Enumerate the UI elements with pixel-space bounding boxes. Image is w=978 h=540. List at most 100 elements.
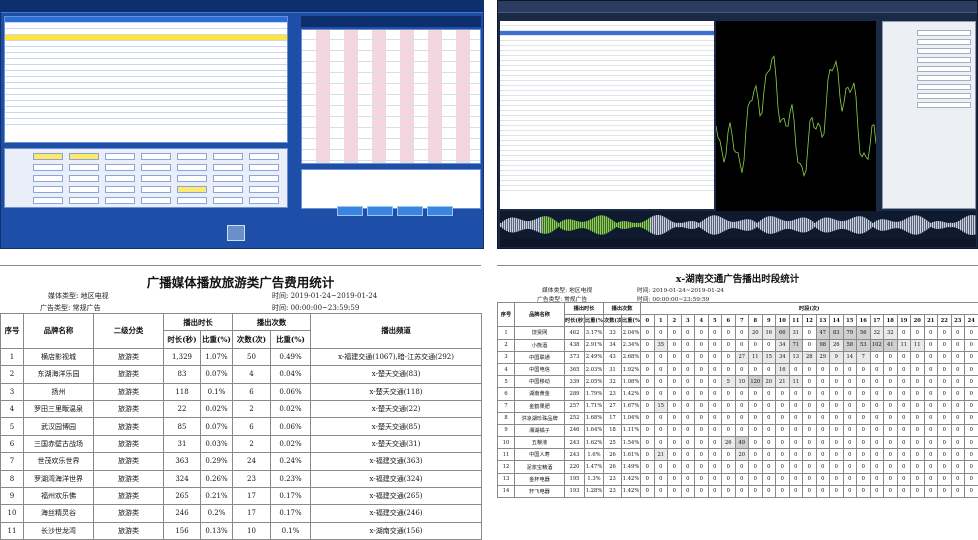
col-hour: 7 — [735, 315, 749, 327]
filter-chip[interactable] — [33, 153, 63, 160]
spectrum-bar — [656, 215, 657, 235]
filter-chip[interactable] — [33, 186, 63, 193]
filter-chip[interactable] — [33, 175, 63, 182]
category-filter-panel — [4, 148, 288, 208]
form-field[interactable] — [917, 30, 971, 36]
table-row[interactable] — [302, 30, 480, 40]
table-row[interactable] — [302, 151, 480, 161]
spectrum-bar — [920, 217, 921, 234]
filter-chip[interactable] — [141, 197, 171, 204]
table-row[interactable] — [302, 96, 480, 106]
action-button[interactable] — [337, 206, 363, 216]
form-field[interactable] — [917, 84, 971, 90]
filter-chip[interactable] — [105, 175, 135, 182]
spectrum-bar — [938, 221, 939, 229]
cell-duration-ratio: 2.03% — [585, 363, 604, 375]
cell-hour: 0 — [776, 424, 790, 436]
spectrum-bar — [652, 216, 653, 234]
filter-chip[interactable] — [141, 175, 171, 182]
cell-hour: 0 — [695, 485, 709, 497]
cell-hour: 0 — [803, 461, 817, 473]
spectrum-bar — [774, 217, 775, 233]
filter-chip[interactable] — [177, 164, 207, 171]
table-row: 14轩飞电器1931.28%231.42%0000000000000000000… — [498, 485, 978, 497]
filter-chip[interactable] — [213, 197, 243, 204]
filter-chip[interactable] — [249, 164, 279, 171]
filter-chip[interactable] — [213, 175, 243, 182]
filter-chip[interactable] — [33, 197, 63, 204]
filter-chip[interactable] — [69, 164, 99, 171]
filter-chip[interactable] — [177, 153, 207, 160]
filter-chip[interactable] — [249, 197, 279, 204]
cell-hour: 49 — [735, 437, 749, 449]
form-field[interactable] — [917, 48, 971, 54]
cell-hour: 0 — [965, 339, 978, 351]
filter-chip[interactable] — [177, 186, 207, 193]
filter-chip[interactable] — [249, 153, 279, 160]
filter-chip[interactable] — [69, 153, 99, 160]
filter-chip[interactable] — [213, 164, 243, 171]
spectrum-bar — [884, 219, 885, 230]
form-field[interactable] — [917, 93, 971, 99]
spectrum-bar — [904, 219, 905, 230]
spectrum-bar — [890, 221, 891, 229]
table-row[interactable] — [302, 118, 480, 128]
cell-hour: 0 — [884, 424, 898, 436]
form-field[interactable] — [917, 66, 971, 72]
form-field[interactable] — [917, 57, 971, 63]
form-field[interactable] — [917, 102, 971, 108]
cell-brand: 三国赤壁古战场 — [24, 435, 94, 452]
table-row[interactable] — [302, 140, 480, 150]
table-row[interactable] — [302, 129, 480, 139]
cell-hour: 34 — [776, 339, 790, 351]
action-button[interactable] — [427, 206, 453, 216]
filter-chip[interactable] — [105, 164, 135, 171]
action-button[interactable] — [367, 206, 393, 216]
col-hour: 14 — [830, 315, 844, 327]
table-row[interactable] — [302, 85, 480, 95]
filter-chip[interactable] — [141, 164, 171, 171]
cell-hour: 0 — [749, 485, 763, 497]
action-button[interactable] — [397, 206, 423, 216]
filter-chip[interactable] — [33, 164, 63, 171]
form-field[interactable] — [917, 75, 971, 81]
table-row[interactable] — [302, 41, 480, 51]
list-row[interactable] — [500, 186, 714, 191]
cell-hour: 0 — [735, 424, 749, 436]
cell-hour: 0 — [749, 363, 763, 375]
col-hour: 5 — [708, 315, 722, 327]
filter-chip[interactable] — [69, 186, 99, 193]
table-row[interactable] — [302, 63, 480, 73]
spectrum-bar — [700, 222, 701, 228]
filter-chip[interactable] — [105, 153, 135, 160]
table-row[interactable] — [302, 52, 480, 62]
filter-chip[interactable] — [69, 175, 99, 182]
cell-hour: 0 — [722, 388, 736, 400]
spectrum-bar — [538, 218, 539, 233]
table-row[interactable] — [302, 74, 480, 84]
filter-chip[interactable] — [249, 186, 279, 193]
filter-chip[interactable] — [177, 197, 207, 204]
filter-chip[interactable] — [249, 175, 279, 182]
filter-chip[interactable] — [141, 186, 171, 193]
grid-row[interactable] — [5, 119, 287, 125]
cell-hour: 0 — [722, 363, 736, 375]
filter-chip[interactable] — [177, 175, 207, 182]
form-field[interactable] — [917, 39, 971, 45]
col-duration-sec: 时长(秒) — [164, 331, 201, 348]
filter-chip[interactable] — [141, 153, 171, 160]
spectrum-bar — [898, 222, 899, 229]
filter-chip[interactable] — [213, 153, 243, 160]
filter-chip[interactable] — [105, 186, 135, 193]
filter-chip[interactable] — [105, 197, 135, 204]
cell-hour: 0 — [789, 437, 803, 449]
spectrum-bar — [500, 223, 501, 227]
spectrum-bar — [520, 220, 521, 231]
cell-duration: 31 — [164, 435, 201, 452]
cell-seq: 9 — [498, 424, 515, 436]
table-row[interactable] — [302, 107, 480, 117]
filter-chip[interactable] — [69, 197, 99, 204]
filter-chip[interactable] — [213, 186, 243, 193]
spectrum-bar — [548, 217, 549, 233]
cell-hour: 53 — [857, 339, 871, 351]
